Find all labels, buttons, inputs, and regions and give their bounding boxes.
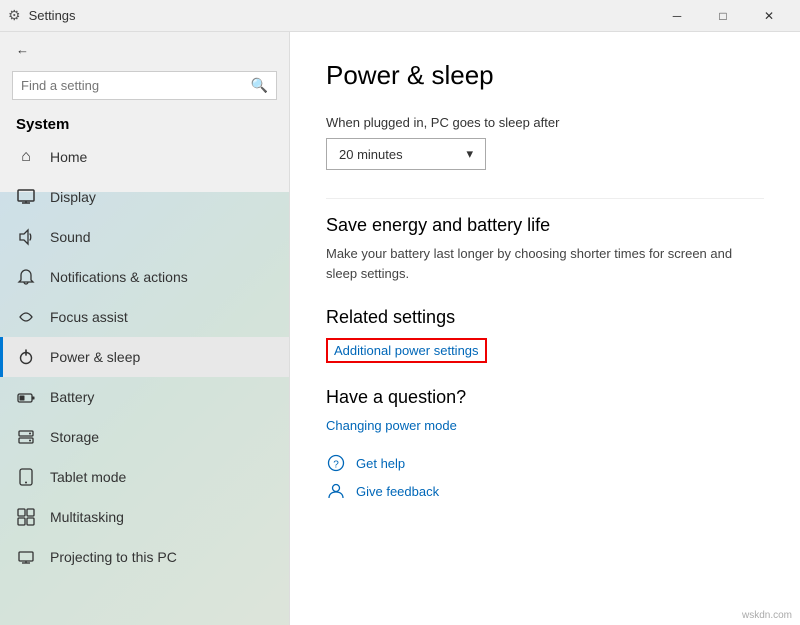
window-controls: ─ □ ✕ [654, 0, 792, 32]
power-icon [16, 347, 36, 367]
sidebar-item-home[interactable]: ⌂ Home [0, 137, 289, 177]
battery-icon [16, 387, 36, 407]
sidebar-item-focus[interactable]: Focus assist [0, 297, 289, 337]
tablet-icon [16, 467, 36, 487]
sidebar-item-display[interactable]: Display [0, 177, 289, 217]
sidebar-item-focus-label: Focus assist [50, 309, 128, 325]
sidebar-item-tablet-label: Tablet mode [50, 469, 126, 485]
additional-power-settings-link[interactable]: Additional power settings [326, 338, 487, 363]
related-settings-heading: Related settings [326, 307, 764, 328]
get-help-link[interactable]: ? Get help [326, 453, 764, 473]
sidebar-item-notifications[interactable]: Notifications & actions [0, 257, 289, 297]
give-feedback-link[interactable]: Give feedback [326, 481, 764, 501]
get-help-label: Get help [356, 456, 405, 471]
projecting-icon [16, 547, 36, 567]
back-arrow-icon: ← [16, 42, 29, 57]
sidebar-item-power[interactable]: Power & sleep [0, 337, 289, 377]
save-energy-heading: Save energy and battery life [326, 215, 764, 236]
question-heading: Have a question? [326, 387, 764, 408]
display-icon [16, 187, 36, 207]
svg-text:?: ? [333, 460, 339, 471]
sleep-dropdown-value: 20 minutes [339, 147, 403, 162]
search-icon[interactable]: 🔍 [251, 77, 268, 94]
sidebar-item-battery-label: Battery [50, 389, 94, 405]
sidebar-item-tablet[interactable]: Tablet mode [0, 457, 289, 497]
sleep-dropdown[interactable]: 20 minutes ▾ [326, 138, 486, 170]
notifications-icon [16, 267, 36, 287]
sidebar-item-multitasking-label: Multitasking [50, 509, 124, 525]
app-icon: ⚙ [8, 7, 21, 24]
title-bar: ⚙ Settings ─ □ ✕ [0, 0, 800, 32]
page-title: Power & sleep [326, 60, 764, 91]
sidebar-item-storage[interactable]: Storage [0, 417, 289, 457]
sidebar-item-notifications-label: Notifications & actions [50, 269, 188, 285]
sidebar-item-multitasking[interactable]: Multitasking [0, 497, 289, 537]
sidebar-item-sound-label: Sound [50, 229, 90, 245]
app-title: Settings [29, 8, 76, 23]
sleep-label: When plugged in, PC goes to sleep after [326, 115, 764, 130]
search-box[interactable]: 🔍 [12, 71, 277, 100]
sound-icon [16, 227, 36, 247]
focus-icon [16, 307, 36, 327]
sidebar-item-projecting[interactable]: Projecting to this PC [0, 537, 289, 577]
get-help-icon: ? [326, 453, 346, 473]
chevron-down-icon: ▾ [466, 146, 473, 162]
sidebar-item-display-label: Display [50, 189, 96, 205]
sidebar-item-power-label: Power & sleep [50, 349, 140, 365]
main-content: Power & sleep When plugged in, PC goes t… [290, 32, 800, 625]
give-feedback-icon [326, 481, 346, 501]
sidebar-item-projecting-label: Projecting to this PC [50, 549, 177, 565]
sidebar-item-battery[interactable]: Battery [0, 377, 289, 417]
changing-power-link-label: Changing power mode [326, 418, 457, 433]
sidebar-item-storage-label: Storage [50, 429, 99, 445]
home-icon: ⌂ [16, 147, 36, 167]
sidebar: ← 🔍 System ⌂ Home Display Sound [0, 32, 290, 625]
multitasking-icon [16, 507, 36, 527]
save-energy-desc: Make your battery last longer by choosin… [326, 244, 764, 283]
maximize-button[interactable]: □ [700, 0, 746, 32]
close-button[interactable]: ✕ [746, 0, 792, 32]
storage-icon [16, 427, 36, 447]
give-feedback-label: Give feedback [356, 484, 439, 499]
sidebar-item-home-label: Home [50, 149, 87, 165]
search-input[interactable] [21, 78, 245, 93]
divider-1 [326, 198, 764, 199]
app-container: ← 🔍 System ⌂ Home Display Sound [0, 32, 800, 625]
changing-power-mode-link[interactable]: Changing power mode [326, 418, 764, 433]
sidebar-section-title: System [0, 108, 289, 137]
watermark: wskdn.com [742, 610, 792, 621]
back-home-button[interactable]: ← [0, 32, 289, 67]
minimize-button[interactable]: ─ [654, 0, 700, 32]
sidebar-item-sound[interactable]: Sound [0, 217, 289, 257]
